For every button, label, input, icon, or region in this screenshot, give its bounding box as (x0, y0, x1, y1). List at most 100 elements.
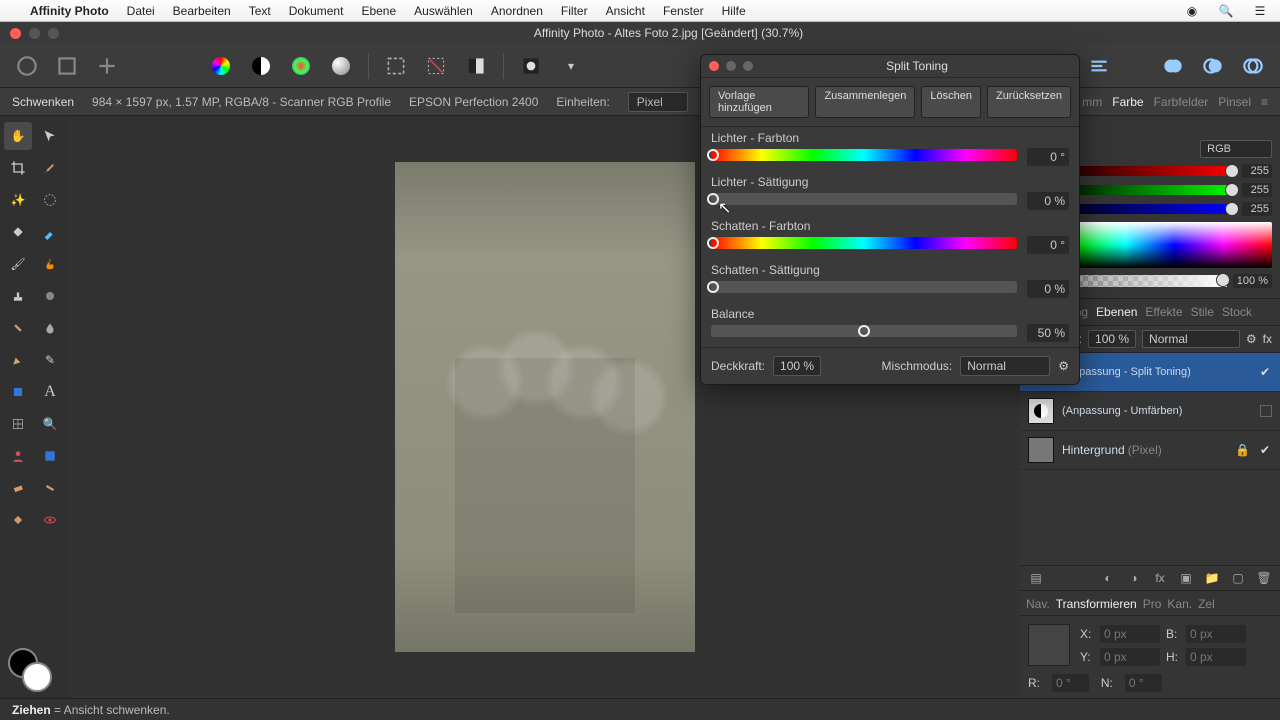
persona-develop-icon[interactable] (54, 53, 80, 79)
gear-icon[interactable]: ⚙ (1058, 359, 1069, 373)
panel-opacity-dropdown[interactable]: 100 % (773, 356, 821, 376)
pencil-tool-icon[interactable]: ✎ (36, 346, 64, 374)
tab-nav[interactable]: Nav. (1026, 597, 1050, 611)
minimize-icon[interactable] (29, 28, 40, 39)
shadow-hue-value[interactable]: 0 ° (1027, 236, 1069, 254)
selection-cross-icon[interactable] (423, 53, 449, 79)
menu-item[interactable]: Filter (561, 4, 588, 18)
eraser-tool-icon[interactable] (4, 474, 32, 502)
move-tool-icon[interactable] (36, 122, 64, 150)
tab-zel[interactable]: Zel (1198, 597, 1215, 611)
menu-item[interactable]: Bearbeiten (173, 4, 231, 18)
lock-icon[interactable]: 🔒 (1235, 443, 1250, 457)
panel-zoom-icon[interactable] (743, 61, 753, 71)
persona-liquify-icon[interactable] (14, 53, 40, 79)
menu-item[interactable]: Fenster (663, 4, 704, 18)
layer-row[interactable]: (Anpassung - Umfärben) (1020, 392, 1280, 431)
brush-tool-icon[interactable] (36, 154, 64, 182)
layer-visible-checkbox[interactable] (1260, 405, 1272, 417)
shadow-sat-slider[interactable] (711, 281, 1017, 293)
r-value[interactable]: 255 (1242, 164, 1272, 178)
rgb-icon[interactable] (288, 53, 314, 79)
heal-tool-icon[interactable] (4, 314, 32, 342)
smudge-tool-icon[interactable] (36, 474, 64, 502)
mac-menu-bar[interactable]: Affinity Photo Datei Bearbeiten Text Dok… (0, 0, 1280, 22)
menu-item[interactable]: Anordnen (491, 4, 543, 18)
tab-transform[interactable]: Transformieren (1056, 597, 1137, 611)
shadow-hue-slider[interactable] (711, 237, 1017, 249)
color-chooser-icon[interactable] (208, 53, 234, 79)
paint-tool-icon[interactable]: 🖌 (4, 250, 32, 278)
highlight-sat-value[interactable]: 0 % (1027, 192, 1069, 210)
quickmask-icon[interactable] (518, 53, 544, 79)
units-dropdown[interactable]: Pixel (628, 92, 688, 112)
picker-tool-icon[interactable] (36, 218, 64, 246)
shape-tool-icon[interactable] (4, 378, 32, 406)
crop-tool-icon[interactable] (4, 154, 32, 182)
h-field[interactable]: 0 px (1186, 648, 1246, 666)
panel-blend-dropdown[interactable]: Normal (960, 356, 1050, 376)
boolean-add-icon[interactable] (1160, 53, 1186, 79)
window-controls[interactable] (10, 28, 59, 39)
search-icon[interactable]: 🔍 (1218, 3, 1234, 19)
gradient-tool-icon[interactable] (36, 442, 64, 470)
fill-tool-icon[interactable] (4, 218, 32, 246)
fx-icon[interactable]: fx (1152, 570, 1168, 586)
chevron-down-icon[interactable]: ▾ (558, 53, 584, 79)
split-toning-panel[interactable]: Split Toning Vorlage hinzufügen Zusammen… (700, 54, 1080, 385)
b-field[interactable]: 0 px (1186, 625, 1246, 643)
x-field[interactable]: 0 px (1100, 625, 1160, 643)
menu-item[interactable]: Datei (127, 4, 155, 18)
app-name[interactable]: Affinity Photo (30, 4, 109, 18)
color-mode-dropdown[interactable]: RGB (1200, 140, 1272, 158)
tab-farbfelder[interactable]: Farbfelder (1154, 95, 1209, 109)
tab-stock[interactable]: Stock (1222, 305, 1252, 319)
fx-icon[interactable]: fx (1263, 332, 1272, 346)
tab-kan[interactable]: Kan. (1167, 597, 1192, 611)
menu-item[interactable]: Auswählen (414, 4, 473, 18)
pan-tool-icon[interactable]: ✋ (4, 122, 32, 150)
menu-item[interactable]: Dokument (289, 4, 344, 18)
r-field[interactable]: 0 ° (1052, 674, 1089, 692)
n-field[interactable]: 0 ° (1125, 674, 1162, 692)
folder-icon[interactable]: 📁 (1204, 570, 1220, 586)
balance-value[interactable]: 50 % (1027, 324, 1069, 342)
layer-row[interactable]: Hintergrund (Pixel) 🔒 ✔ (1020, 431, 1280, 470)
align-icon[interactable] (1086, 53, 1112, 79)
y-field[interactable]: 0 px (1100, 648, 1160, 666)
selection-dashed-icon[interactable] (383, 53, 409, 79)
g-value[interactable]: 255 (1242, 183, 1272, 197)
tab-pro[interactable]: Pro (1143, 597, 1162, 611)
layer-visible-checkbox[interactable]: ✔ (1258, 365, 1272, 379)
mask-icon[interactable]: ◐ (1100, 570, 1116, 586)
shadow-sat-value[interactable]: 0 % (1027, 280, 1069, 298)
layers-icon[interactable]: ▤ (1028, 570, 1044, 586)
zoom-tool-icon[interactable]: 🔍 (36, 410, 64, 438)
person-tool-icon[interactable] (4, 442, 32, 470)
menu-item[interactable]: Hilfe (722, 4, 746, 18)
tab-stile[interactable]: Stile (1191, 305, 1214, 319)
close-icon[interactable] (10, 28, 21, 39)
text-tool-icon[interactable]: A (36, 378, 64, 406)
reset-button[interactable]: Zurücksetzen (987, 86, 1071, 118)
persona-export-icon[interactable] (94, 53, 120, 79)
siri-icon[interactable]: ◉ (1184, 3, 1200, 19)
pen-tool-icon[interactable] (4, 346, 32, 374)
blur-tool-icon[interactable] (36, 314, 64, 342)
menu-icon[interactable]: ☰ (1252, 3, 1268, 19)
trash-icon[interactable]: 🗑 (1256, 570, 1272, 586)
selection-contrast-icon[interactable] (463, 53, 489, 79)
layer-opacity-dropdown[interactable]: 100 % (1088, 330, 1136, 348)
menu-item[interactable]: Text (249, 4, 271, 18)
gear-icon[interactable]: ⚙ (1246, 332, 1257, 346)
merge-button[interactable]: Zusammenlegen (815, 86, 915, 118)
bw-icon[interactable] (248, 53, 274, 79)
add-preset-button[interactable]: Vorlage hinzufügen (709, 86, 809, 118)
wand-tool-icon[interactable]: ✨ (4, 186, 32, 214)
highlight-hue-value[interactable]: 0 ° (1027, 148, 1069, 166)
tab-ebenen[interactable]: Ebenen (1096, 305, 1137, 319)
opacity-value[interactable]: 100 % (1233, 274, 1272, 288)
sphere-icon[interactable] (328, 53, 354, 79)
flame-tool-icon[interactable] (36, 250, 64, 278)
stamp-tool-icon[interactable] (4, 282, 32, 310)
